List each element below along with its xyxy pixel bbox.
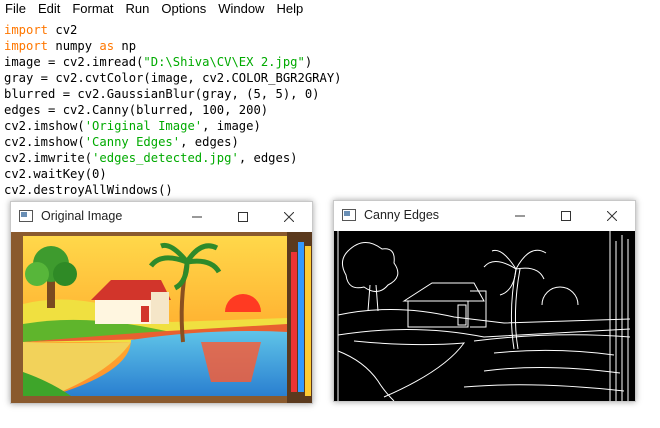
- menu-format[interactable]: Format: [66, 0, 119, 18]
- window-app-icon: [19, 210, 33, 222]
- menu-window[interactable]: Window: [212, 0, 270, 18]
- canny-edges-window[interactable]: Canny Edges: [333, 200, 636, 402]
- menu-options[interactable]: Options: [155, 0, 212, 18]
- code-keyword: import: [4, 39, 49, 53]
- code-keyword: as: [99, 39, 115, 53]
- code-text: np: [114, 39, 137, 53]
- code-text: cv2.imshow(: [4, 135, 85, 149]
- code-text: cv2.waitKey(0): [4, 167, 107, 181]
- canny-edges-titlebar[interactable]: Canny Edges: [334, 201, 635, 231]
- code-keyword: import: [4, 23, 49, 37]
- menu-bar: File Edit Format Run Options Window Help: [0, 0, 660, 18]
- code-text: cv2.imshow(: [4, 119, 85, 133]
- code-string: 'Canny Edges': [84, 135, 181, 149]
- code-text: numpy: [48, 39, 100, 53]
- code-text: image = cv2.imread(: [4, 55, 144, 69]
- maximize-icon: [238, 212, 248, 222]
- code-text: , edges): [180, 135, 239, 149]
- code-string: "D:\Shiva\CV\EX 2.jpg": [143, 55, 305, 69]
- code-editor[interactable]: import cv2 import numpy as np image = cv…: [4, 22, 342, 198]
- code-string: 'edges_detected.jpg': [92, 151, 239, 165]
- close-button[interactable]: [266, 202, 312, 232]
- menu-edit[interactable]: Edit: [32, 0, 66, 18]
- canny-edges-title: Canny Edges: [364, 208, 440, 222]
- window-app-icon: [342, 209, 356, 221]
- code-text: gray = cv2.cvtColor(image, cv2.COLOR_BGR…: [4, 71, 342, 85]
- canny-edges-canvas: [334, 231, 635, 401]
- minimize-button[interactable]: [497, 201, 543, 231]
- code-text: cv2.destroyAllWindows(): [4, 183, 173, 197]
- maximize-icon: [561, 211, 571, 221]
- close-icon: [607, 211, 617, 221]
- menu-help[interactable]: Help: [270, 0, 309, 18]
- landscape-painting-image: [11, 232, 312, 403]
- original-image-window[interactable]: Original Image: [10, 201, 313, 404]
- code-string: 'Original Image': [84, 119, 203, 133]
- code-text: , image): [202, 119, 261, 133]
- minimize-icon: [192, 216, 202, 218]
- code-text: blurred = cv2.GaussianBlur(gray, (5, 5),…: [4, 87, 320, 101]
- code-text: cv2.imwrite(: [4, 151, 93, 165]
- code-text: , edges): [238, 151, 298, 165]
- menu-run[interactable]: Run: [120, 0, 156, 18]
- original-image-titlebar[interactable]: Original Image: [11, 202, 312, 232]
- code-text: edges = cv2.Canny(blurred, 100, 200): [4, 103, 269, 117]
- code-text: cv2: [48, 23, 78, 37]
- close-icon: [284, 212, 294, 222]
- menu-file[interactable]: File: [0, 0, 32, 18]
- close-button[interactable]: [589, 201, 635, 231]
- original-image-title: Original Image: [41, 209, 123, 223]
- code-text: ): [304, 55, 313, 69]
- edge-map-image: [334, 231, 635, 401]
- minimize-button[interactable]: [174, 202, 220, 232]
- minimize-icon: [515, 215, 525, 217]
- original-image-canvas: [11, 232, 312, 403]
- maximize-button[interactable]: [220, 202, 266, 232]
- maximize-button[interactable]: [543, 201, 589, 231]
